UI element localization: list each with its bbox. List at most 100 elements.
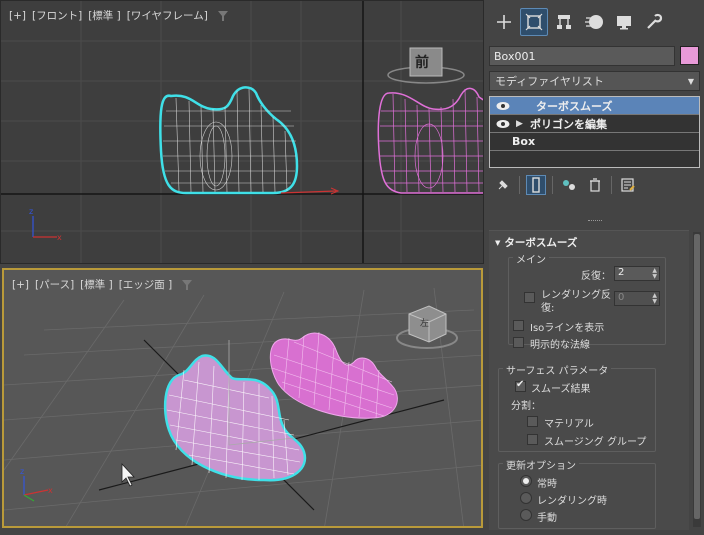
svg-text:z: z [20, 467, 24, 476]
perspective-viewport-label: [+] [パース] [標準 ] [エッジ面 ] [12, 277, 193, 292]
display-icon [617, 16, 631, 30]
svg-text:x: x [57, 233, 62, 242]
viewport-plus-menu[interactable]: [+] [9, 10, 26, 22]
iterations-label: 反復： [581, 271, 611, 282]
eye-icon[interactable] [496, 101, 510, 111]
viewport-mode-menu[interactable]: [エッジ面 ] [119, 277, 173, 292]
pink-object [269, 332, 398, 419]
modify-icon [525, 13, 543, 31]
filter-icon[interactable] [182, 279, 193, 290]
remove-modifier-button[interactable] [585, 175, 605, 195]
modifier-list-label: モディファイヤリスト [495, 75, 604, 88]
front-viewport-scene: z x [1, 1, 483, 263]
panel-scrollbar[interactable] [693, 232, 701, 527]
always-label: 常時 [537, 479, 557, 490]
chevron-down-icon: ▼ [687, 76, 694, 86]
object-name-row [489, 46, 701, 66]
viewport-shading-menu[interactable]: [標準 ] [80, 277, 113, 292]
command-panel: モディファイヤリスト ▼ ターボスムーズ ▶ ポリゴンを編集 Box [486, 0, 704, 535]
render-iterations-label-2: 復: [541, 303, 555, 314]
configure-modifier-sets-button[interactable] [618, 175, 638, 195]
stack-toolbar [489, 174, 700, 196]
manual-radio[interactable] [520, 509, 532, 521]
perspective-viewport[interactable]: z x [+] [パース] [標準 ] [エッジ面 ] 左 [2, 268, 483, 528]
command-panel-tabs [486, 8, 704, 40]
front-viewport[interactable]: z x [+] [フロント] [標準 ] [ワイヤフレーム] 前 [0, 0, 484, 264]
pin-stack-button[interactable] [493, 175, 513, 195]
spinner-arrows-icon[interactable]: ▲ ▼ [652, 293, 657, 305]
render-iterations-spinner[interactable]: 0 ▲ ▼ [614, 291, 660, 306]
manual-label: 手動 [537, 513, 557, 524]
iso-lines-label: Isoラインを表示 [530, 323, 605, 334]
motion-icon [585, 15, 603, 29]
stack-item-turbosmooth[interactable]: ターボスムーズ [490, 97, 699, 114]
when-rendering-radio[interactable] [520, 492, 532, 504]
always-radio[interactable] [520, 475, 532, 487]
pin-icon [498, 180, 508, 190]
rollout-header[interactable]: ▼ ターボスムーズ [495, 235, 577, 250]
utilities-icon [647, 13, 663, 29]
viewport-view-menu[interactable]: [パース] [35, 277, 74, 292]
rollout-title: ターボスムーズ [504, 237, 578, 249]
material-checkbox[interactable] [527, 416, 538, 427]
show-end-result-icon [532, 177, 540, 193]
trash-icon [590, 178, 600, 192]
viewport-mode-menu[interactable]: [ワイヤフレーム] [127, 8, 208, 23]
explicit-normals-label: 明示的な法線 [530, 340, 590, 351]
hierarchy-icon [557, 15, 571, 29]
collapse-triangle-icon: ▼ [495, 238, 501, 247]
stack-item-edit-poly[interactable]: ▶ ポリゴンを編集 [490, 115, 699, 132]
scrollbar-thumb[interactable] [694, 234, 700, 519]
smooth-result-checkbox[interactable] [515, 379, 526, 392]
stack-item-label: ポリゴンを編集 [530, 117, 607, 131]
utilities-tab[interactable] [640, 8, 668, 36]
mouse-cursor [121, 462, 135, 487]
stack-item-box[interactable]: Box [490, 133, 699, 150]
svg-text:x: x [48, 486, 53, 495]
modify-tab[interactable] [520, 8, 548, 36]
viewport-view-menu[interactable]: [フロント] [32, 8, 82, 23]
panel-resize-grip[interactable] [588, 220, 602, 223]
group-label: 更新オプション [503, 457, 579, 472]
object-color-swatch[interactable] [680, 46, 699, 65]
iterations-value: 2 [618, 267, 625, 278]
iterations-spinner[interactable]: 2 ▲ ▼ [614, 266, 660, 281]
material-label: マテリアル [544, 419, 594, 430]
configure-icon [621, 178, 635, 192]
explicit-normals-checkbox[interactable] [513, 337, 524, 348]
update-options-group: 更新オプション 常時 レンダリング時 手動 [498, 457, 656, 529]
make-unique-icon [563, 180, 575, 190]
iso-lines-checkbox[interactable] [513, 320, 524, 331]
motion-tab[interactable] [580, 8, 608, 36]
eye-icon[interactable] [496, 119, 510, 129]
separate-label: 分割： [511, 401, 541, 412]
surface-params-group: サーフェス パラメータ スムーズ結果 分割： マテリアル スムージング グループ [498, 362, 656, 452]
create-tab[interactable] [490, 8, 518, 36]
make-unique-button[interactable] [559, 175, 579, 195]
perspective-axis-tripod: z x [20, 467, 53, 502]
modifier-list-dropdown[interactable]: モディファイヤリスト ▼ [489, 71, 700, 91]
show-end-result-button[interactable] [526, 175, 546, 195]
viewport-shading-menu[interactable]: [標準 ] [88, 8, 121, 23]
group-label: メイン [513, 251, 549, 266]
perspective-viewport-scene: z x [4, 287, 481, 526]
front-viewcube-label[interactable]: 前 [415, 52, 429, 72]
filter-icon[interactable] [217, 10, 228, 21]
expand-arrow-icon[interactable]: ▶ [516, 119, 524, 129]
object-name-input[interactable] [489, 46, 675, 66]
when-rendering-label: レンダリング時 [537, 496, 607, 507]
create-icon [497, 15, 511, 29]
spinner-arrows-icon[interactable]: ▲ ▼ [652, 268, 657, 280]
stack-item-label: Box [512, 135, 536, 148]
smooth-result-label: スムーズ結果 [531, 384, 591, 395]
viewport-plus-menu[interactable]: [+] [12, 279, 29, 291]
perspective-viewcube-label[interactable]: 左 [420, 316, 429, 329]
front-axis-tripod: z x [29, 207, 62, 242]
display-tab[interactable] [610, 8, 638, 36]
front-viewport-label: [+] [フロント] [標準 ] [ワイヤフレーム] [9, 8, 228, 23]
smoothing-groups-checkbox[interactable] [527, 434, 538, 445]
main-group: メイン 反復： 2 ▲ ▼ レンダリング反 復: 0 ▲ ▼ Isoラインを表示 明… [508, 251, 666, 351]
stack-item-label: ターボスムーズ [536, 99, 613, 113]
hierarchy-tab[interactable] [550, 8, 578, 36]
render-iterations-checkbox[interactable] [524, 292, 535, 303]
